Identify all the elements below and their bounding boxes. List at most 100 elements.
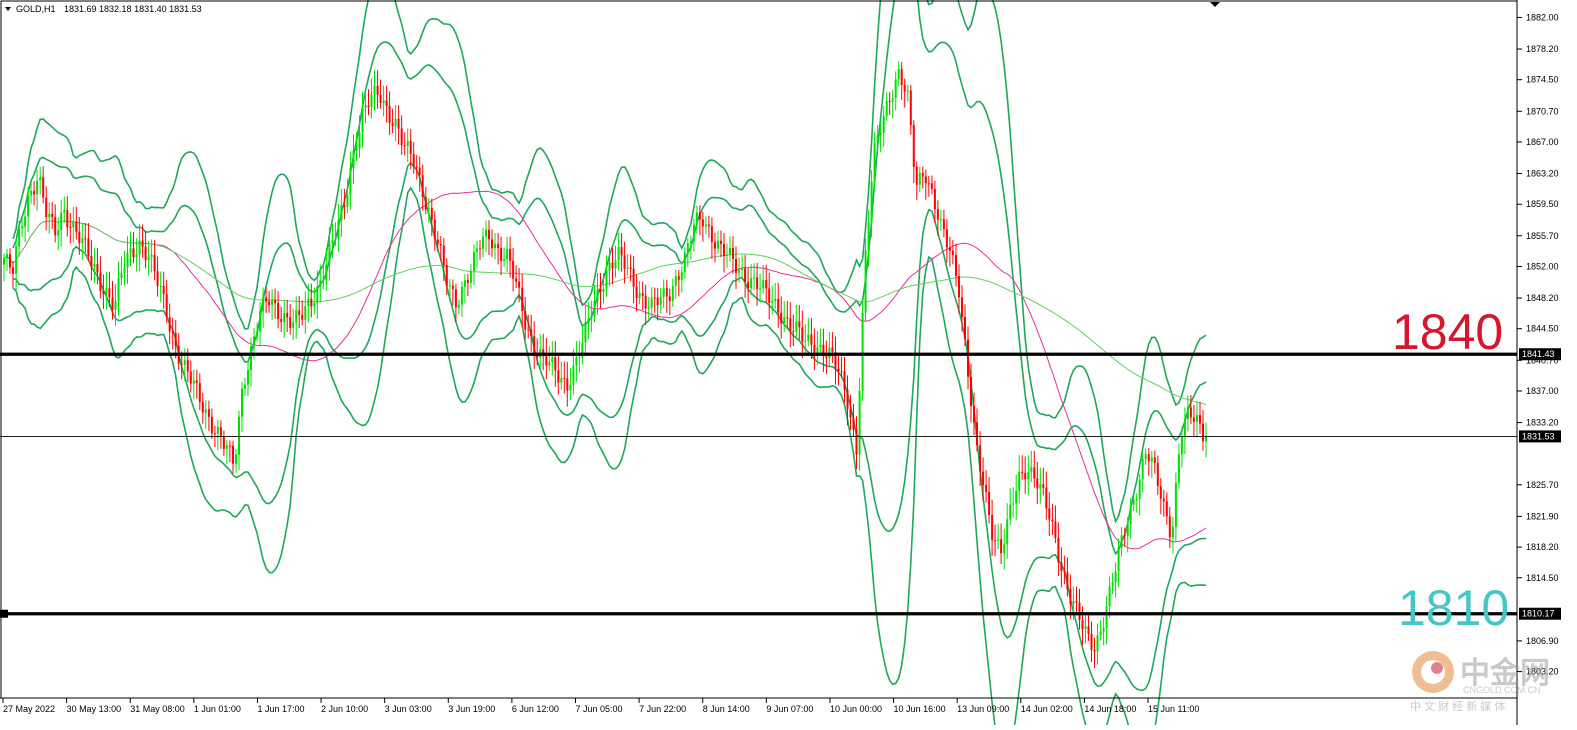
candle-body: [563, 378, 566, 380]
candle-body: [945, 229, 948, 248]
candle-body: [665, 288, 668, 297]
candle-body: [644, 295, 647, 309]
candle-body: [66, 210, 69, 228]
candle-body: [756, 277, 759, 290]
candle-body: [222, 436, 225, 450]
time-tick-label: 27 May 2022: [3, 704, 55, 714]
candle-body: [843, 371, 846, 390]
candle-body: [620, 247, 623, 256]
candle-body: [858, 390, 861, 455]
candle-body: [292, 322, 295, 328]
candle-body: [608, 262, 611, 271]
candle-body: [162, 286, 165, 294]
current-price-label: 1831.53: [1522, 431, 1555, 441]
candle-body: [1021, 471, 1024, 473]
candle-body: [78, 231, 81, 244]
candle-body: [1183, 419, 1186, 438]
candle-body: [388, 105, 391, 123]
candle-body: [590, 316, 593, 319]
candle-body: [18, 228, 21, 247]
candle[interactable]: [864, 238, 867, 322]
candle-body: [1066, 572, 1069, 590]
candle-body: [1003, 544, 1006, 554]
candle-body: [289, 317, 292, 328]
candle-body: [1102, 627, 1105, 632]
candle-body: [909, 90, 912, 126]
candle-body: [301, 315, 304, 320]
symbol-label: GOLD,H1: [16, 4, 56, 14]
candle-body: [102, 290, 105, 294]
candle-body: [750, 278, 753, 288]
candle-body: [698, 212, 701, 220]
candle-body: [518, 281, 521, 288]
candle-body: [153, 254, 156, 272]
candle-body: [114, 300, 117, 310]
candle-body: [265, 297, 268, 302]
price-tick-label: 1848.20: [1526, 293, 1559, 303]
candle-body: [1132, 500, 1135, 505]
level-high-annotation: 1840: [1392, 304, 1503, 360]
candle-body: [647, 307, 650, 309]
candle-body: [1135, 498, 1138, 501]
candle-body: [527, 329, 530, 331]
candle-body: [762, 280, 765, 289]
candle-body: [241, 388, 243, 417]
price-chart[interactable]: 1882.00 1878.20 1874.50 1870.70 1867.00 1863.…: [0, 0, 1577, 730]
candle-body: [1015, 490, 1018, 504]
candle-body: [816, 347, 819, 354]
candle-body: [436, 239, 439, 244]
candle-body: [626, 267, 629, 269]
price-tick-label: 1882.00: [1526, 12, 1559, 22]
candle-body: [400, 128, 403, 145]
candle-body: [171, 331, 174, 334]
candle-body: [662, 288, 665, 297]
candle-body: [325, 264, 328, 281]
candle-body: [997, 539, 1000, 541]
candle-body: [427, 208, 430, 209]
candle-body: [973, 406, 975, 423]
candle-body: [512, 260, 515, 279]
candle-body: [6, 254, 8, 259]
candle[interactable]: [861, 300, 864, 402]
candle-body: [530, 329, 533, 337]
candle-body: [132, 248, 135, 258]
time-tick-label: 7 Jun 22:00: [639, 704, 686, 714]
candle-body: [789, 318, 792, 331]
candle-body: [225, 445, 228, 449]
candle-body: [90, 256, 93, 267]
candle-body: [979, 445, 982, 472]
level-price-label: 1810.17: [1522, 609, 1555, 619]
chart-svg[interactable]: 1882.00 1878.20 1874.50 1870.70 1867.00 1863.…: [0, 0, 1577, 730]
candle-body: [57, 230, 60, 236]
candle-body: [328, 243, 331, 265]
candle-body: [1051, 519, 1054, 522]
candle-body: [605, 270, 608, 289]
candle-body: [373, 85, 376, 95]
logo-dot-icon: [1431, 662, 1443, 674]
candle-body: [1141, 459, 1144, 480]
candle-body: [391, 122, 394, 127]
candle-body: [680, 272, 683, 280]
candle-body: [714, 242, 716, 249]
candle-body: [1138, 479, 1141, 499]
candle-body: [503, 259, 506, 261]
candle-body: [349, 168, 352, 196]
candle-body: [1081, 619, 1084, 629]
candle-body: [970, 376, 972, 406]
candle-body: [915, 166, 918, 185]
candle-body: [466, 280, 469, 283]
candle-body: [1153, 457, 1156, 463]
candle-body: [262, 297, 265, 312]
candle-body: [786, 317, 789, 319]
candle-body: [42, 177, 45, 198]
candle-body: [638, 293, 641, 299]
candle-body: [813, 344, 816, 354]
candle-body: [1009, 504, 1012, 520]
time-tick-label: 10 Jun 00:00: [830, 704, 882, 714]
candle-body: [1174, 482, 1177, 527]
candle-body: [807, 334, 810, 341]
price-tick-label: 1844.50: [1526, 324, 1559, 334]
candle-body: [587, 318, 590, 323]
candle-body: [710, 226, 713, 243]
candle-body: [882, 115, 885, 133]
